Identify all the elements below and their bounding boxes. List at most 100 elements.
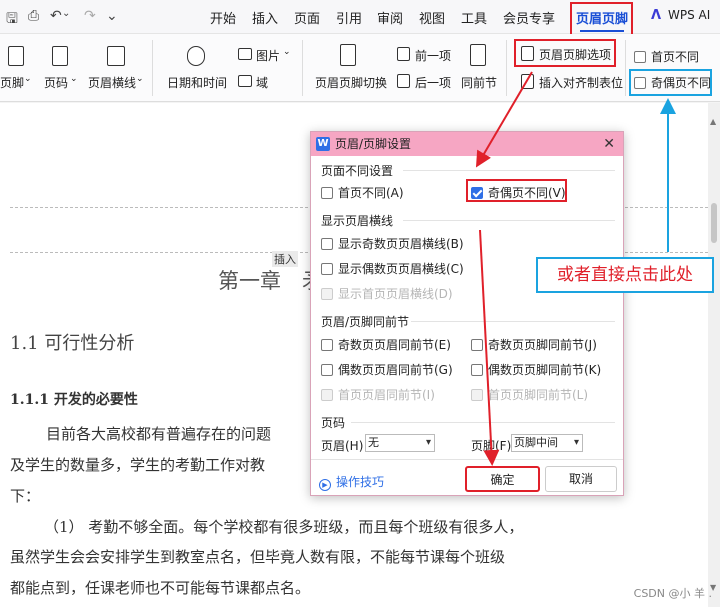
divider [625, 40, 626, 96]
show-even-header-line-option[interactable]: 显示偶数页页眉横线(C) [321, 260, 464, 277]
checkbox-icon[interactable] [471, 364, 483, 376]
scroll-up-icon[interactable]: ▲ [710, 117, 716, 126]
footer-page-number-select[interactable]: 页脚中间 [511, 434, 583, 452]
link-to-previous-button[interactable]: 同前节 [461, 74, 497, 91]
show-first-header-line-option: 显示首页页眉横线(D) [321, 285, 453, 302]
dialog-title: 页眉/页脚设置 [335, 137, 412, 151]
tab-page[interactable]: 页面 [294, 8, 320, 27]
footer-icon [8, 46, 24, 66]
even-header-same-option[interactable]: 偶数页页眉同前节(G) [321, 361, 453, 378]
callout-click-here: 或者直接点击此处 [536, 257, 714, 293]
chapter-title: 第一章 [218, 269, 281, 293]
checkbox-icon[interactable] [321, 339, 333, 351]
page-number-icon [52, 46, 68, 66]
close-icon[interactable]: ✕ [603, 132, 615, 156]
redo-icon[interactable]: ↷ [84, 8, 96, 24]
undo-icon[interactable]: ↶ [50, 8, 62, 24]
checkbox-disabled-icon [321, 288, 333, 300]
checkbox-icon[interactable] [321, 364, 333, 376]
option-label: 显示偶数页页眉横线(C) [338, 262, 464, 276]
paragraph-line: 目前各大高校都有普遍存在的问题 [46, 425, 272, 443]
page-number-dropdown-icon[interactable]: ⌄ [70, 74, 78, 84]
tab-references[interactable]: 引用 [336, 8, 362, 27]
header-select-label: 页眉(H) [321, 439, 364, 453]
field-icon [238, 75, 252, 87]
option-label: 首页页脚同前节(L) [488, 388, 589, 402]
tips-link[interactable]: ▶ 操作技巧 [319, 473, 384, 491]
tab-member[interactable]: 会员专享 [503, 8, 555, 27]
header-page-number-select[interactable]: 无 [365, 434, 435, 452]
save-icon[interactable]: 🖫 [6, 8, 18, 32]
picture-icon [238, 48, 252, 60]
option-label: 首页页眉同前节(I) [338, 388, 435, 402]
header-line-button[interactable]: 页眉横线 [88, 74, 136, 91]
watermark: CSDN @小 羊 . [633, 587, 712, 600]
checkbox-disabled-icon [321, 389, 333, 401]
scrollbar-thumb[interactable] [711, 203, 717, 243]
option-label: 首页不同(A) [338, 186, 404, 200]
checkbox-icon[interactable] [634, 77, 646, 89]
tips-label: 操作技巧 [336, 475, 385, 489]
first-footer-same-option: 首页页脚同前节(L) [471, 386, 588, 403]
option-label: 奇偶页不同(V) [488, 186, 566, 200]
header-footer-switch-button[interactable]: 页眉页脚切换 [315, 74, 387, 91]
dialog-titlebar[interactable]: W 页眉/页脚设置 ✕ [311, 132, 623, 156]
first-page-different-toggle[interactable]: 首页不同 [634, 48, 699, 65]
odd-even-different-label: 奇偶页不同 [651, 76, 712, 90]
even-footer-same-option[interactable]: 偶数页页脚同前节(K) [471, 361, 601, 378]
checkbox-icon[interactable] [634, 51, 646, 63]
section-link-previous: 页眉/页脚同前节 [321, 315, 410, 329]
more-dropdown-icon[interactable]: ⌄ [106, 8, 118, 24]
insert-align-tab-button[interactable]: 插入对齐制表位 [539, 74, 623, 91]
footer-button[interactable]: 页脚 [0, 74, 24, 91]
first-page-different-label: 首页不同 [651, 50, 700, 64]
show-odd-header-line-option[interactable]: 显示奇数页页眉横线(B) [321, 235, 464, 252]
previous-item-button[interactable]: 前一项 [415, 47, 451, 64]
tab-view[interactable]: 视图 [419, 8, 445, 27]
next-item-button[interactable]: 后一项 [415, 74, 451, 91]
divider [403, 170, 615, 171]
checkbox-icon[interactable] [321, 263, 333, 275]
option-label: 偶数页页脚同前节(K) [488, 363, 602, 377]
header-line-icon [107, 46, 125, 66]
ai-icon[interactable]: ᐱ [651, 8, 661, 23]
tab-wps-ai[interactable]: WPS AI [668, 8, 710, 22]
odd-footer-same-option[interactable]: 奇数页页脚同前节(J) [471, 336, 597, 353]
vertical-scrollbar[interactable]: ▲ ▼ [708, 103, 720, 607]
print-preview-icon[interactable]: ⎙ [28, 8, 39, 24]
checkbox-checked-icon[interactable] [471, 187, 483, 199]
next-item-icon [397, 74, 410, 88]
date-time-button[interactable]: 日期和时间 [167, 74, 227, 91]
option-label: 偶数页页眉同前节(G) [338, 363, 453, 377]
tab-insert[interactable]: 插入 [252, 8, 278, 27]
undo-dropdown-icon[interactable]: ⌄ [62, 8, 70, 19]
option-label: 显示首页页眉横线(D) [338, 287, 453, 301]
footer-dropdown-icon[interactable]: ⌄ [24, 74, 32, 84]
checkbox-icon[interactable] [321, 187, 333, 199]
header-footer-options-button[interactable]: 页眉页脚选项 [539, 46, 611, 63]
picture-button[interactable]: 图片 [256, 47, 280, 64]
divider [506, 40, 507, 96]
menu-bar: 🖫 ⎙ ↶ ⌄ ↷ ⌄ 开始 插入 页面 引用 审阅 视图 工具 会员专享 页眉… [0, 0, 720, 36]
odd-even-different-option[interactable]: 奇偶页不同(V) [471, 184, 566, 201]
picture-dropdown-icon[interactable]: ⌄ [283, 47, 291, 57]
checkbox-icon[interactable] [471, 339, 483, 351]
tab-review[interactable]: 审阅 [377, 8, 403, 27]
header-line-dropdown-icon[interactable]: ⌄ [136, 74, 144, 84]
divider [311, 459, 623, 460]
odd-even-different-toggle[interactable]: 奇偶页不同 [634, 74, 711, 91]
field-button[interactable]: 域 [256, 74, 268, 91]
tab-tools[interactable]: 工具 [461, 8, 487, 27]
paragraph-line: 及学生的数量多，学生的考勤工作对教 [10, 456, 266, 474]
tab-home[interactable]: 开始 [210, 8, 236, 27]
odd-header-same-option[interactable]: 奇数页页眉同前节(E) [321, 336, 451, 353]
divider [403, 220, 615, 221]
first-page-different-option[interactable]: 首页不同(A) [321, 184, 404, 201]
checkbox-icon[interactable] [321, 238, 333, 250]
header-footer-settings-dialog: W 页眉/页脚设置 ✕ 页面不同设置 首页不同(A) 奇偶页不同(V) 显示页眉… [310, 131, 624, 496]
header-footer-switch-icon [340, 44, 356, 66]
ok-button[interactable]: 确定 [465, 466, 540, 492]
date-time-icon [187, 46, 205, 66]
page-number-button[interactable]: 页码 [44, 74, 68, 91]
cancel-button[interactable]: 取消 [545, 466, 617, 492]
